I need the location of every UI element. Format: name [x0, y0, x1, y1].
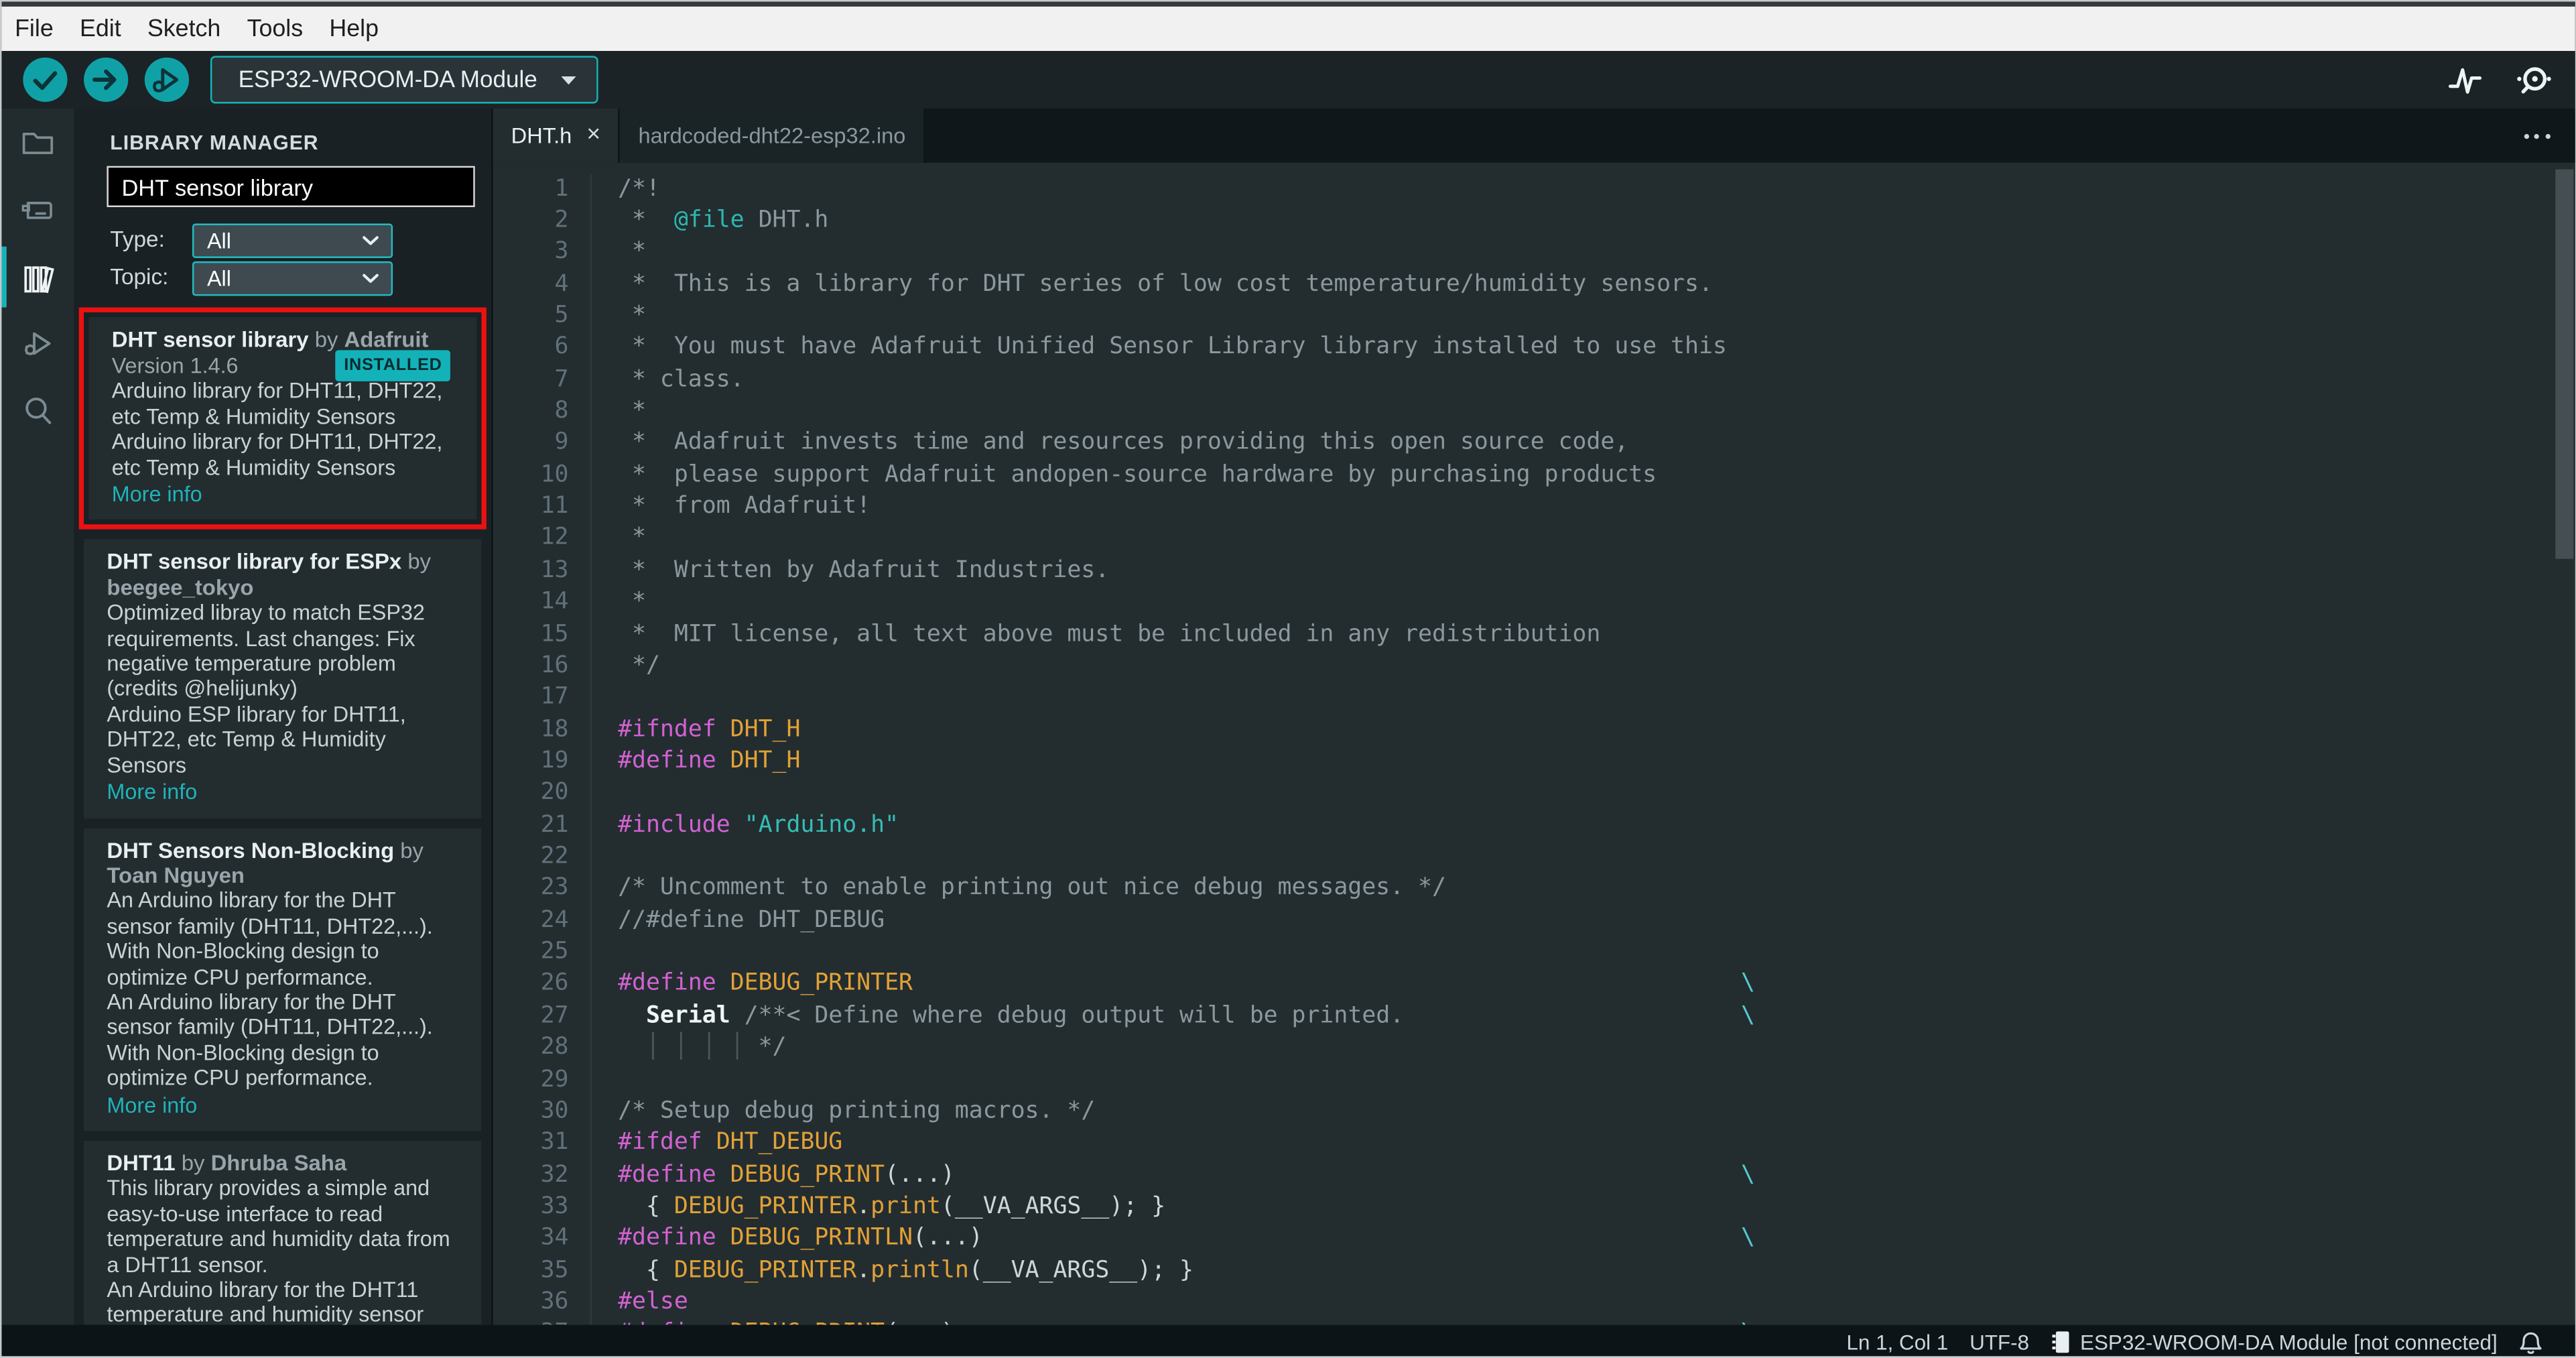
- library-description-line: Arduino library for DHT11, DHT22,: [111, 429, 443, 454]
- topic-filter-label: Topic:: [110, 264, 169, 290]
- library-description-line: Arduino ESP library for DHT11,: [107, 701, 406, 727]
- library-card-title: DHT sensor library for ESPx by beegee_to…: [107, 550, 432, 600]
- cursor-position[interactable]: Ln 1, Col 1: [1846, 1330, 1948, 1355]
- library-description-line: sensor family (DHT11, DHT22,...).: [107, 1014, 433, 1040]
- arrow-right-icon: [84, 58, 128, 102]
- debug-play-icon: [145, 58, 189, 102]
- library-description-line: etc Temp & Humidity Sensors: [111, 454, 396, 480]
- installed-badge: INSTALLED: [335, 350, 450, 381]
- gutter: 1 2 3 4 5 6 7 8 9 10 11 12 13 14 15 16 17 18 19 20 21 22 23 24 2…: [493, 173, 592, 1325]
- library-description-line: An Arduino library for the DHT: [107, 888, 396, 913]
- library-description-line: This library provides a simple and: [107, 1176, 430, 1201]
- editor-tabbar: DHT.h × hardcoded-dht22-esp32.ino: [493, 108, 2575, 163]
- folder-icon: [18, 123, 58, 163]
- start-debugging-button[interactable]: [144, 57, 190, 103]
- library-card-title: DHT11 by Dhruba Saha: [107, 1150, 347, 1176]
- library-description-line: An Arduino library for the DHT11: [107, 1277, 419, 1302]
- debug-icon: [18, 324, 58, 363]
- sidebar-item-sketchbook[interactable]: [18, 123, 58, 163]
- library-description-line: DHT22, etc Temp & Humidity: [107, 727, 386, 752]
- upload-button[interactable]: [84, 57, 129, 103]
- menubar: File Edit Sketch Tools Help: [1, 6, 2575, 52]
- library-books-icon: [18, 259, 58, 299]
- library-description-line: optimize CPU performance.: [107, 964, 373, 989]
- library-description-line: sensor family (DHT11, DHT22,...).: [107, 913, 433, 938]
- sidebar-item-debug[interactable]: [18, 324, 58, 363]
- library-card[interactable]: DHT Sensors Non-Blocking by Toan Nguyen A…: [84, 827, 482, 1131]
- code-editor[interactable]: 1 2 3 4 5 6 7 8 9 10 11 12 13 14 15 16 17 18 19 20 21 22 23 24 2…: [493, 163, 2575, 1325]
- editor-overflow-menu-icon[interactable]: [2523, 133, 2551, 138]
- more-info-link[interactable]: More info: [107, 1093, 458, 1118]
- sidebar-item-library-manager[interactable]: [18, 259, 58, 299]
- library-description-line: Optimized libray to match ESP32: [107, 600, 425, 625]
- library-description-line: temperature and humidity data from: [107, 1226, 450, 1251]
- check-icon: [23, 58, 67, 102]
- library-description-line: a DHT11 sensor.: [107, 1251, 268, 1277]
- board-selector-label: ESP32-WROOM-DA Module: [238, 66, 537, 93]
- menu-file[interactable]: File: [1, 15, 66, 42]
- library-card-title: DHT Sensors Non-Blocking by Toan Nguyen: [107, 837, 424, 888]
- board-status[interactable]: ESP32-WROOM-DA Module [not connected]: [2051, 1330, 2498, 1355]
- panel-title: LIBRARY MANAGER: [110, 131, 319, 155]
- sidebar-item-boards-manager[interactable]: [18, 190, 58, 230]
- library-description-line: easy-to-use interface to read: [107, 1201, 383, 1226]
- code-lines[interactable]: /*! * @file DHT.h * * This is a library …: [618, 174, 2575, 1324]
- library-card[interactable]: DHT sensor library for ESPx by beegee_to…: [84, 540, 482, 818]
- search-icon: [18, 391, 58, 431]
- library-description-line: (credits @helijunky): [107, 676, 298, 701]
- editor-scrollbar[interactable]: [2555, 169, 2573, 559]
- tab-sketch-ino[interactable]: hardcoded-dht22-esp32.ino: [620, 108, 925, 163]
- menu-sketch[interactable]: Sketch: [134, 15, 234, 42]
- library-description-line: optimize CPU performance.: [107, 1065, 373, 1091]
- serial-plotter-icon[interactable]: [2447, 62, 2483, 98]
- menu-tools[interactable]: Tools: [234, 15, 316, 42]
- library-version: Version 1.4.6: [111, 353, 239, 378]
- active-tab-indicator: [1, 246, 7, 308]
- board-icon: [18, 190, 58, 230]
- chip-icon: [2051, 1330, 2070, 1355]
- library-description-line: Sensors: [107, 752, 187, 778]
- library-description-line: temperature and humidity sensor: [107, 1302, 424, 1325]
- verify-button[interactable]: [23, 57, 68, 103]
- library-search-input[interactable]: [107, 166, 475, 207]
- chevron-down-icon: [362, 235, 380, 246]
- chevron-down-icon: [560, 75, 577, 85]
- editor-area: DHT.h × hardcoded-dht22-esp32.ino 123456…: [491, 108, 2575, 1325]
- type-filter-label: Type:: [110, 227, 165, 252]
- library-description-line: With Non-Blocking design to: [107, 1040, 379, 1065]
- window-top-border: [1, 1, 2575, 7]
- toolbar: ESP32-WROOM-DA Module: [1, 51, 2575, 109]
- library-card-title: DHT sensor library by Adafruit: [111, 327, 429, 352]
- chevron-down-icon: [362, 272, 380, 284]
- more-info-link[interactable]: More info: [107, 780, 458, 805]
- type-filter-select[interactable]: All: [192, 223, 393, 257]
- statusbar: Ln 1, Col 1 UTF-8 ESP32-WROOM-DA Module …: [1, 1324, 2575, 1357]
- menu-help[interactable]: Help: [316, 15, 392, 42]
- close-icon[interactable]: ×: [586, 124, 600, 148]
- library-manager-panel: LIBRARY MANAGER Type: All Topic: All DHT…: [74, 108, 492, 1325]
- library-description-line: Arduino library for DHT11, DHT22,: [111, 379, 443, 404]
- encoding-indicator[interactable]: UTF-8: [1970, 1330, 2029, 1355]
- menu-edit[interactable]: Edit: [66, 15, 134, 42]
- serial-monitor-icon[interactable]: [2514, 62, 2553, 98]
- library-description-line: negative temperature problem: [107, 651, 396, 676]
- library-description-line: requirements. Last changes: Fix: [107, 625, 415, 651]
- library-description-line: With Non-Blocking design to: [107, 938, 379, 964]
- library-card[interactable]: DHT11 by Dhruba Saha This library provide…: [84, 1140, 482, 1325]
- library-card-list: DHT sensor library by Adafruit Version 1.…: [74, 307, 491, 1325]
- bell-icon[interactable]: [2519, 1329, 2542, 1355]
- more-info-link[interactable]: More info: [112, 482, 454, 507]
- topic-filter-select[interactable]: All: [192, 261, 393, 296]
- library-card-selected[interactable]: DHT sensor library by Adafruit Version 1.…: [78, 307, 487, 530]
- tab-dht-h[interactable]: DHT.h ×: [493, 108, 621, 163]
- board-selector[interactable]: ESP32-WROOM-DA Module: [210, 56, 598, 104]
- library-description-line: An Arduino library for the DHT: [107, 989, 396, 1014]
- activity-bar: [1, 108, 74, 1325]
- arduino-ide-window: File Edit Sketch Tools Help ESP32-WROOM-…: [0, 0, 2576, 1358]
- library-description-line: etc Temp & Humidity Sensors: [111, 404, 396, 429]
- sidebar-item-search[interactable]: [18, 391, 58, 431]
